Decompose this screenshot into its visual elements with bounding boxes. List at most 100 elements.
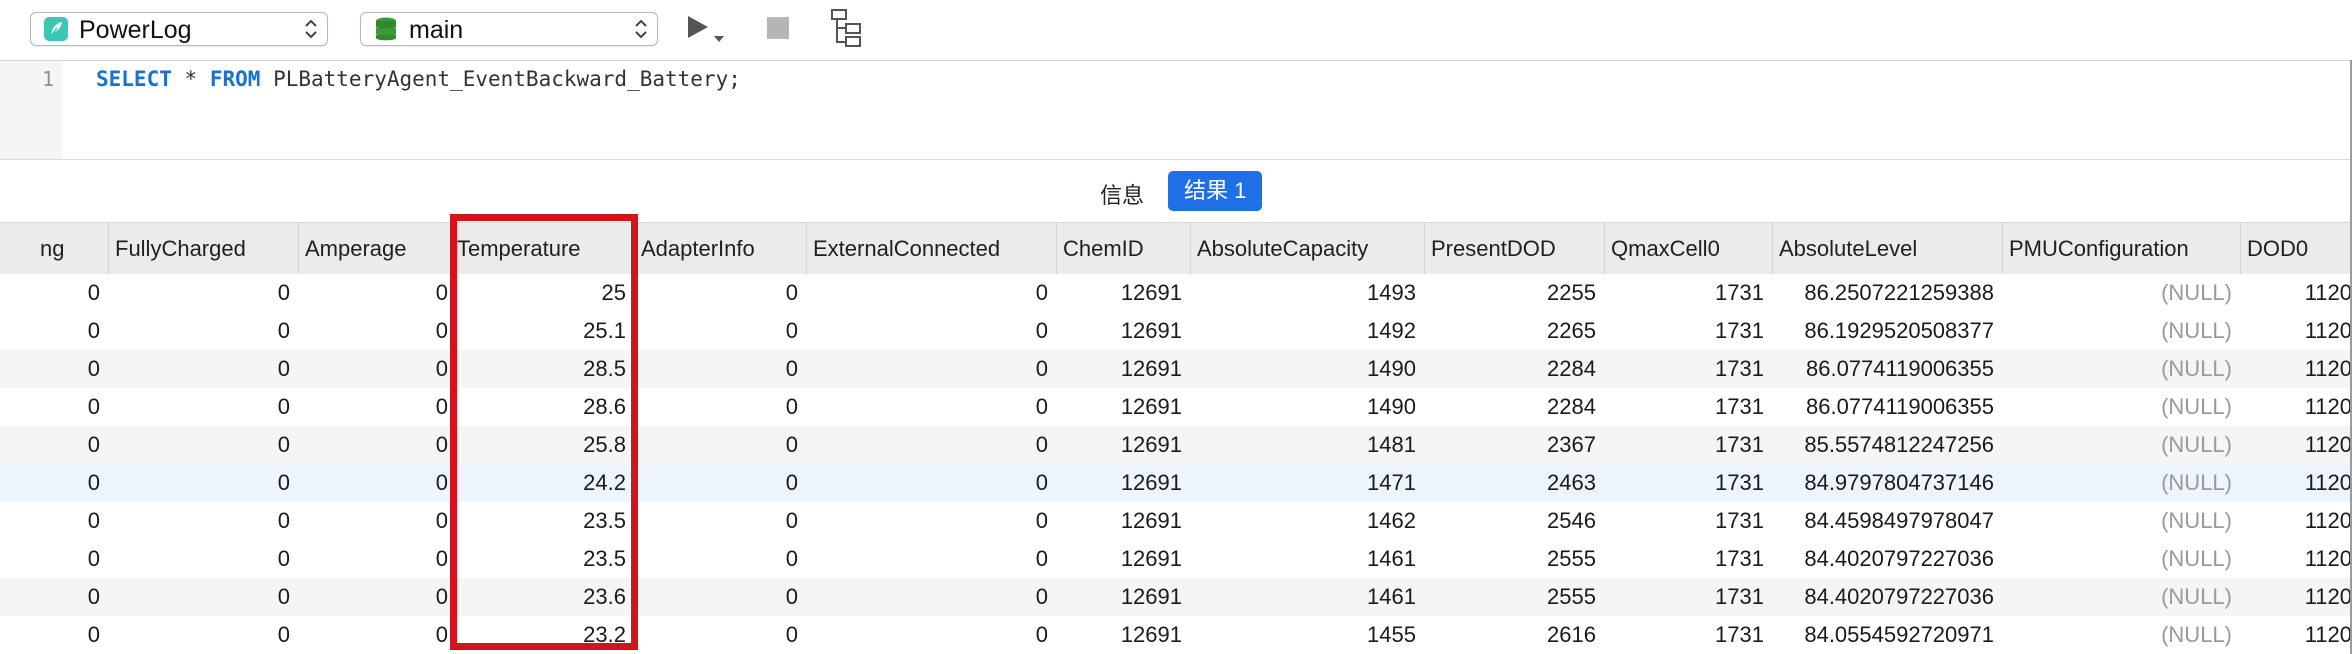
table-cell[interactable]: 0 (298, 274, 456, 312)
table-cell[interactable]: 0 (108, 426, 298, 464)
table-cell[interactable]: 2463 (1424, 464, 1604, 502)
table-cell[interactable]: 0 (806, 426, 1056, 464)
table-cell[interactable]: 25.1 (450, 312, 634, 350)
table-cell[interactable]: 1461 (1190, 540, 1424, 578)
table-cell[interactable]: 0 (298, 502, 456, 540)
table-cell[interactable]: 2367 (1424, 426, 1604, 464)
table-cell[interactable]: 0 (806, 464, 1056, 502)
column-header-absolutelevel[interactable]: AbsoluteLevel (1772, 223, 2002, 275)
table-cell[interactable]: 0 (634, 616, 806, 654)
table-cell[interactable]: 0 (0, 350, 108, 388)
table-cell[interactable]: (NULL) (2002, 502, 2240, 540)
column-header-amperage[interactable]: Amperage (298, 223, 450, 275)
table-cell[interactable]: 0 (108, 502, 298, 540)
table-cell[interactable]: (NULL) (2002, 274, 2240, 312)
table-cell[interactable]: 0 (108, 540, 298, 578)
table-cell[interactable]: 1731 (1604, 426, 1772, 464)
table-cell[interactable]: 0 (0, 502, 108, 540)
table-row[interactable]: 0 0 0 28.5 0 0 12691 1490 2284 1731 86.07741190063… (0, 350, 2352, 388)
table-cell[interactable]: 0 (634, 274, 806, 312)
table-cell[interactable]: 1490 (1190, 350, 1424, 388)
sql-editor[interactable]: 1 SELECT * FROM PLBatteryAgent_EventBack… (0, 61, 2352, 160)
table-cell[interactable]: 0 (806, 350, 1056, 388)
table-cell[interactable]: 84.0554592720971 (1772, 616, 2002, 654)
table-cell[interactable]: 2255 (1424, 274, 1604, 312)
table-cell[interactable]: 1120 (2240, 540, 2352, 578)
table-cell[interactable]: 12691 (1056, 388, 1190, 426)
table-cell[interactable]: 0 (0, 464, 108, 502)
sql-code-line[interactable]: SELECT * FROM PLBatteryAgent_EventBackwa… (96, 67, 741, 91)
table-cell[interactable]: 0 (298, 426, 456, 464)
table-cell[interactable]: 1731 (1604, 502, 1772, 540)
table-cell[interactable]: 1731 (1604, 274, 1772, 312)
table-cell[interactable]: 0 (634, 388, 806, 426)
table-cell[interactable]: 0 (298, 616, 456, 654)
table-cell[interactable]: 2555 (1424, 540, 1604, 578)
table-cell[interactable]: 0 (806, 312, 1056, 350)
table-cell[interactable]: 0 (634, 578, 806, 616)
table-cell[interactable]: 1120 (2240, 388, 2352, 426)
table-cell[interactable]: 2555 (1424, 578, 1604, 616)
table-cell[interactable]: 23.6 (450, 578, 634, 616)
table-cell[interactable]: 0 (806, 616, 1056, 654)
table-cell[interactable]: 0 (634, 502, 806, 540)
column-header-dod0[interactable]: DOD0 (2240, 223, 2352, 275)
table-cell[interactable]: (NULL) (2002, 388, 2240, 426)
table-cell[interactable]: 1731 (1604, 312, 1772, 350)
table-cell[interactable]: 86.0774119006355 (1772, 350, 2002, 388)
table-cell[interactable]: 0 (0, 578, 108, 616)
table-cell[interactable]: 1462 (1190, 502, 1424, 540)
table-row[interactable]: 0 0 0 23.6 0 0 12691 1461 2555 1731 84.40207972270… (0, 578, 2352, 616)
table-cell[interactable]: 0 (0, 426, 108, 464)
stop-query-icon[interactable] (766, 16, 790, 40)
table-cell[interactable]: 1120 (2240, 578, 2352, 616)
table-cell[interactable]: 0 (0, 616, 108, 654)
table-cell[interactable]: 0 (806, 578, 1056, 616)
table-cell[interactable]: 1731 (1604, 388, 1772, 426)
result-grid[interactable]: ng FullyCharged Amperage Temperature Adapter… (0, 222, 2352, 654)
table-cell[interactable]: 0 (0, 274, 108, 312)
table-cell[interactable]: 2284 (1424, 350, 1604, 388)
database-select[interactable]: PowerLog (30, 12, 328, 46)
table-row[interactable]: 0 0 0 23.5 0 0 12691 1461 2555 1731 84.40207972270… (0, 540, 2352, 578)
table-cell[interactable]: 25 (450, 274, 634, 312)
table-row[interactable]: 0 0 0 25.8 0 0 12691 1481 2367 1731 85.55748122472… (0, 426, 2352, 464)
table-cell[interactable]: 12691 (1056, 464, 1190, 502)
table-cell[interactable]: 84.4598497978047 (1772, 502, 2002, 540)
table-cell[interactable]: 0 (806, 388, 1056, 426)
table-cell[interactable]: (NULL) (2002, 350, 2240, 388)
table-row[interactable]: 0 0 0 23.2 0 0 12691 1455 2616 1731 84.05545927209… (0, 616, 2352, 654)
table-cell[interactable]: 0 (634, 312, 806, 350)
column-header-absolutecapacity[interactable]: AbsoluteCapacity (1190, 223, 1424, 275)
explain-plan-icon[interactable] (830, 8, 868, 48)
table-cell[interactable]: 84.4020797227036 (1772, 540, 2002, 578)
table-cell[interactable]: 2546 (1424, 502, 1604, 540)
table-cell[interactable]: 0 (108, 616, 298, 654)
table-cell[interactable]: 0 (298, 312, 456, 350)
table-cell[interactable]: 12691 (1056, 350, 1190, 388)
table-cell[interactable]: 86.2507221259388 (1772, 274, 2002, 312)
table-cell[interactable]: 0 (298, 578, 456, 616)
table-cell[interactable]: 0 (108, 312, 298, 350)
table-cell[interactable]: 1461 (1190, 578, 1424, 616)
table-cell[interactable]: 1490 (1190, 388, 1424, 426)
table-cell[interactable]: 0 (108, 388, 298, 426)
table-row[interactable]: 0 0 0 28.6 0 0 12691 1490 2284 1731 86.07741190063… (0, 388, 2352, 426)
table-cell[interactable]: 23.5 (450, 540, 634, 578)
table-cell[interactable]: 2284 (1424, 388, 1604, 426)
tab-info[interactable]: 信息 (1100, 178, 1144, 210)
table-cell[interactable]: 0 (634, 464, 806, 502)
table-cell[interactable]: (NULL) (2002, 540, 2240, 578)
table-cell[interactable]: 0 (634, 540, 806, 578)
table-cell[interactable]: 0 (0, 540, 108, 578)
table-cell[interactable]: 2265 (1424, 312, 1604, 350)
table-cell[interactable]: 0 (108, 350, 298, 388)
table-cell[interactable]: 0 (108, 274, 298, 312)
table-cell[interactable]: 23.2 (450, 616, 634, 654)
column-header-temperature[interactable]: Temperature (450, 223, 634, 275)
column-header-qmaxcell0[interactable]: QmaxCell0 (1604, 223, 1772, 275)
column-header-externalconnected[interactable]: ExternalConnected (806, 223, 1056, 275)
table-row[interactable]: 0 0 0 25 0 0 12691 1493 2255 1731 86.2507221259388… (0, 274, 2352, 312)
tab-result-1[interactable]: 结果 1 (1168, 171, 1263, 211)
table-cell[interactable]: 28.6 (450, 388, 634, 426)
